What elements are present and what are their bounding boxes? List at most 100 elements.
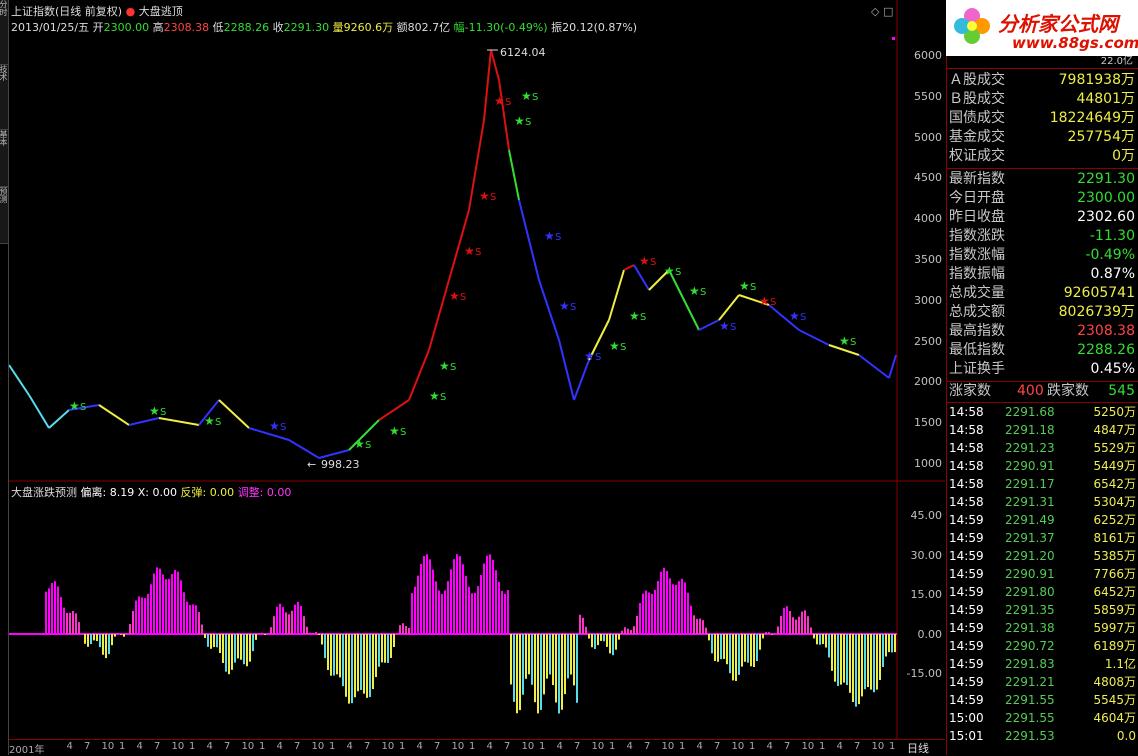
signal-s-label: S [532,92,538,103]
signal-star-icon: ★ [664,264,675,278]
tick-price: 2291.21 [1005,673,1055,691]
trough-arrow-icon: ← [307,458,316,471]
time-tick-label: 7 [434,741,440,752]
trade-label: 国债成交 [949,109,1005,128]
price-tick-label: 2000 [902,375,942,388]
signal-s-label: S [215,417,221,428]
tick-row: 14:592291.214808万 [949,673,1138,691]
stat-row: 总成交额8026739万 [949,303,1137,322]
dev-label: 偏离: [81,486,107,499]
tick-volume: 5859万 [1093,601,1136,619]
sub-title[interactable]: 大盘涨跌预测 [11,486,77,499]
stat-row: 最新指数2291.30 [949,170,1137,189]
signal-star-icon: ★ [759,294,770,308]
signal-star-icon: ★ [439,359,450,373]
tick-time: 14:59 [949,619,984,637]
tick-price: 2291.49 [1005,511,1055,529]
signal-star-icon: ★ [559,299,570,313]
stat-value: -0.49% [1085,246,1135,265]
stat-value: 92605741 [1064,284,1135,303]
stat-value: 2291.30 [1077,170,1135,189]
signal-s-label: S [450,362,456,373]
time-tick-label: 4 [277,741,283,752]
tick-price: 2291.68 [1005,403,1055,421]
tick-volume: 6452万 [1093,583,1136,601]
time-tick-label: 4 [347,741,353,752]
time-tick-label: 7 [574,741,580,752]
tick-price: 2291.23 [1005,439,1055,457]
signal-star-icon: ★ [269,419,280,433]
signal-s-label: S [365,440,371,451]
signal-star-icon: ★ [839,334,850,348]
time-tick-label: 1 [539,741,545,752]
signal-star-icon: ★ [739,279,750,293]
signal-star-icon: ★ [149,404,160,418]
sub-title-line: 大盘涨跌预测 偏离: 8.19 X: 0.00 反弹: 0.00 调整: 0.0… [11,484,291,500]
trade-value: 18224649万 [1050,109,1135,128]
signal-s-label: S [650,257,656,268]
trade-label: Ａ股成交 [949,71,1005,90]
signal-s-label: S [700,287,706,298]
tick-row: 14:582290.915449万 [949,457,1138,475]
stat-value: 0.87% [1091,265,1135,284]
trade-value: 0万 [1112,147,1135,166]
signal-s-label: S [490,192,496,203]
tab-forecast[interactable]: 预测 [0,187,8,244]
tick-volume: 7766万 [1093,565,1136,583]
tick-price: 2291.83 [1005,655,1055,673]
tick-volume: 6542万 [1093,475,1136,493]
time-tick-label: 1 [679,741,685,752]
time-tick-label: 4 [557,741,563,752]
tick-time: 14:58 [949,457,984,475]
time-tick-label: 4 [767,741,773,752]
time-tick-label: 10 [662,741,675,752]
time-tick-label: 1 [329,741,335,752]
period-tab[interactable]: 日线 [907,740,929,756]
tab-fundamental[interactable]: 基本 [0,130,8,187]
signal-s-label: S [505,97,511,108]
trade-label: 权证成交 [949,147,1005,166]
signal-star-icon: ★ [521,89,532,103]
stat-row: 今日开盘2300.00 [949,189,1137,208]
signal-s-label: S [475,247,481,258]
tick-time: 15:01 [949,727,984,745]
tick-volume: 8161万 [1093,529,1136,547]
tick-time: 14:58 [949,403,984,421]
tick-row: 14:592291.378161万 [949,529,1138,547]
tick-price: 2291.17 [1005,475,1055,493]
time-tick-label: 1 [259,741,265,752]
stat-value: 2300.00 [1077,189,1135,208]
tick-row: 14:592291.496252万 [949,511,1138,529]
tick-row: 14:592291.385997万 [949,619,1138,637]
time-tick-label: 1 [609,741,615,752]
chart-canvas[interactable]: ★S★S★S★S★S★S★S★S★S★S★S★S★S★S★S★S★S★S★S★S… [9,0,945,740]
stat-label: 最低指数 [949,341,1005,360]
tick-time: 15:00 [949,709,984,727]
marker-dot [892,37,895,40]
signal-star-icon: ★ [479,189,490,203]
tick-volume: 1.1亿 [1105,655,1136,673]
stat-value: 2308.38 [1077,322,1135,341]
peak-label: 6124.04 [500,46,546,59]
left-tab-strip: 分时 技术 基本 预测 [0,0,9,755]
trade-row: Ｂ股成交44801万 [949,90,1137,109]
time-tick-label: 1 [819,741,825,752]
stat-value: 2288.26 [1077,341,1135,360]
time-tick-label: 7 [644,741,650,752]
indicator-tick-label: 30.00 [902,549,942,562]
signal-star-icon: ★ [544,229,555,243]
indicator-tick-label: -15.00 [902,667,942,680]
tab-timeshare[interactable]: 分时 [0,0,8,65]
tab-technical[interactable]: 技术 [0,65,8,130]
time-axis: 2001年47101471014710147101471014710147101… [9,739,945,756]
tick-row: 14:592291.555545万 [949,691,1138,709]
time-tick-label: 10 [592,741,605,752]
stat-value: 2302.60 [1077,208,1135,227]
time-tick-label: 7 [224,741,230,752]
time-tick-label: 4 [207,741,213,752]
adjust-label: 调整: [238,486,264,499]
breadth-row: 涨家数400跌家数545 [949,382,1137,401]
stat-row: 指数涨跌-11.30 [949,227,1137,246]
signal-s-label: S [595,352,601,363]
time-tick-label: 4 [487,741,493,752]
